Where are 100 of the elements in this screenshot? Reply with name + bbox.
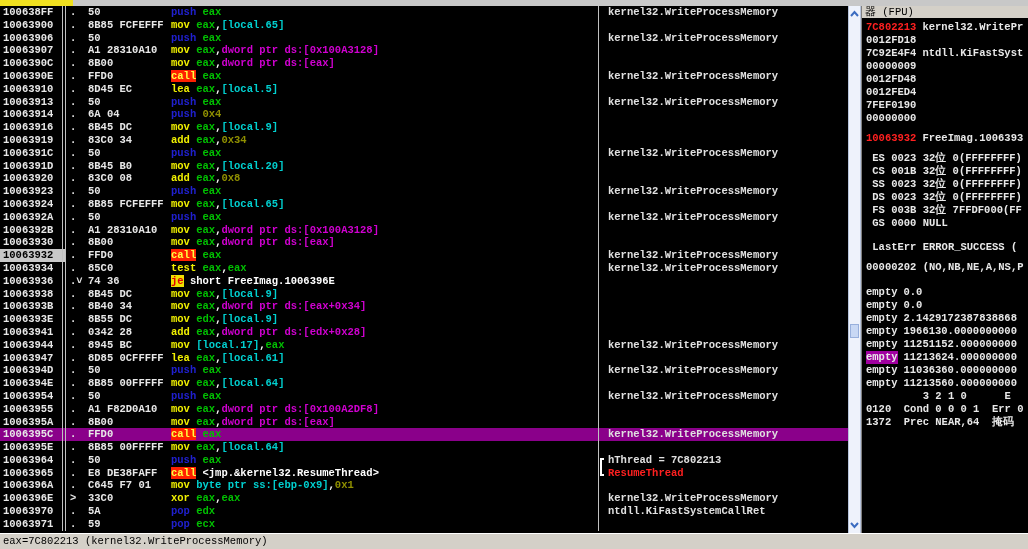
register-value: 00000009 — [866, 60, 917, 73]
fpu-tag: empty — [866, 338, 898, 351]
hex-cell-text: 50 — [87, 146, 102, 160]
instruction-cell: call eax — [168, 249, 599, 262]
hex-cell-text: 50 — [87, 95, 102, 109]
status-bar: eax=7C802213 (kernel32.WriteProcessMemory) — [0, 533, 1028, 549]
fpu-value: 11213560.000000000 — [903, 377, 1017, 390]
flags-register: 00000202 (NO,NB,NE,A,NS,P — [866, 261, 1025, 274]
jump-mark: . — [69, 517, 78, 531]
fpu-value: 11251152.000000000 — [903, 338, 1017, 351]
instruction-cell: add eax,0x34 — [168, 133, 599, 147]
jump-mark: . — [69, 377, 78, 390]
comment-text: kernel32.WriteProcessMemory — [608, 492, 779, 506]
fpu-value: 11036360.000000000 — [903, 364, 1017, 377]
fpu-status-line: 0120 Cond 0 0 0 1 Err 0 — [866, 403, 1025, 416]
hex-cell-text: 50 — [87, 6, 102, 19]
jump-mark: . — [69, 185, 78, 198]
hex-cell-text: 59 — [87, 517, 102, 531]
instruction-cell: mov eax,dword ptr ds:[eax] — [168, 57, 599, 70]
jump-mark: . — [69, 133, 78, 147]
register-value: 10063932 — [866, 132, 917, 145]
jump-mark: . — [69, 453, 78, 467]
code-row[interactable]: 1006395C . FFD0 call eax kernel32.WriteProcessMemory — [0, 428, 848, 442]
instruction-cell: mov edx,[local.9] — [168, 313, 599, 326]
comment-text: kernel32.WriteProcessMemory — [608, 95, 779, 109]
comment-text: kernel32.WriteProcessMemory — [608, 364, 779, 378]
hex-cell-text: 50 — [87, 453, 102, 467]
fpu-tag: empty — [866, 299, 898, 312]
jump-mark: . — [69, 325, 78, 339]
jump-mark: . — [69, 402, 78, 416]
instruction-cell: mov eax,[local.65] — [168, 197, 599, 211]
comment-text: kernel32.WriteProcessMemory — [608, 6, 779, 19]
fpu-value: 2.1429172387838868 — [903, 312, 1017, 325]
register-value: 7FEF0190 — [866, 99, 917, 112]
segment-register: GS 0000 NULL — [871, 217, 949, 230]
hex-cell-text: 8D45 EC — [87, 82, 134, 96]
pane-title: 器 (FPU) — [862, 6, 1028, 18]
jump-mark: . — [69, 249, 78, 262]
segment-register: DS 0023 32位 0(FFFFFFFF) — [871, 191, 1023, 204]
fpu-status-line: 3 2 1 0 E — [921, 390, 1012, 403]
hex-cell-text: 83C0 34 — [87, 133, 134, 147]
comment-text: hThread = 7C802213 — [608, 453, 722, 467]
segment-register: SS 0023 32位 0(FFFFFFFF) — [871, 178, 1023, 191]
register-note: FreeImag.1006393 — [922, 132, 1024, 145]
jump-mark: . — [69, 121, 78, 134]
hex-cell-text: FFD0 — [87, 70, 115, 83]
jump-mark: . — [69, 466, 78, 480]
fpu-tag: empty — [866, 377, 898, 390]
comment-text: kernel32.WriteProcessMemory — [608, 185, 779, 198]
jump-mark: . — [69, 415, 78, 429]
jump-mark: . — [69, 108, 78, 122]
instruction-cell: mov eax,[local.9] — [168, 121, 599, 134]
jump-mark: . — [69, 31, 78, 45]
fpu-value: 0.0 — [903, 299, 923, 312]
hex-cell-text: 8D85 0CFFFFF — [87, 351, 165, 365]
jump-mark: . — [69, 364, 78, 378]
comment-text: kernel32.WriteProcessMemory — [608, 261, 779, 275]
jump-mark: . — [69, 57, 78, 70]
jump-mark: . — [69, 18, 78, 32]
address-cell: 10063932 — [0, 249, 66, 262]
hex-cell-text: 8B85 00FFFFF — [87, 441, 165, 454]
hex-cell-text: 8945 BC — [87, 338, 134, 352]
jump-mark: . — [69, 389, 78, 403]
segment-register: CS 001B 32位 0(FFFFFFFF) — [871, 165, 1023, 178]
scrollbar-thumb[interactable] — [850, 324, 859, 338]
hex-cell-text: 8B00 — [87, 57, 115, 70]
jump-mark: . — [69, 505, 78, 518]
jump-mark: . — [69, 172, 78, 186]
scrollbar[interactable] — [848, 6, 861, 533]
jump-mark: . — [69, 300, 78, 314]
hex-cell-text: 74 36 — [87, 274, 121, 288]
hex-cell-text: FFD0 — [87, 249, 115, 262]
hex-cell-text: 50 — [87, 364, 102, 378]
hex-cell-text: 8B00 — [87, 415, 115, 429]
instruction-cell: mov eax,dword ptr ds:[0x100A2DF8] — [168, 402, 599, 416]
hex-cell-text: 0342 28 — [87, 325, 134, 339]
fpu-tag: empty — [866, 312, 898, 325]
hex-cell-text: A1 28310A10 — [87, 223, 159, 237]
jump-mark: . — [69, 70, 78, 83]
comment-text: kernel32.WriteProcessMemory — [608, 210, 779, 224]
instruction-cell: lea eax,[local.5] — [168, 82, 599, 96]
hex-cell-text: 33C0 — [87, 492, 115, 506]
hex-cell-text: 8B85 FCFEFFF — [87, 18, 165, 32]
fpu-tag: empty — [866, 364, 898, 377]
jump-mark: . — [69, 210, 78, 224]
jump-mark: . — [69, 44, 78, 58]
jump-mark: . — [69, 223, 78, 237]
instruction-cell: pop ecx — [168, 517, 599, 531]
instruction-cell: push eax — [168, 210, 599, 224]
hex-cell-text: 8B40 34 — [87, 300, 134, 314]
comment-text: kernel32.WriteProcessMemory — [608, 338, 779, 352]
jump-mark: . — [69, 197, 78, 211]
hex-cell-text: FFD0 — [87, 428, 115, 442]
register-value: 00000000 — [866, 112, 917, 125]
hex-cell-text: 8B55 DC — [87, 313, 134, 326]
hex-cell-text: C645 F7 01 — [87, 479, 152, 493]
hex-cell-text: 50 — [87, 31, 102, 45]
hex-cell-text: E8 DE38FAFF — [87, 466, 159, 480]
fpu-tag: empty — [866, 351, 898, 364]
register-note: kernel32.WritePr — [922, 21, 1024, 34]
